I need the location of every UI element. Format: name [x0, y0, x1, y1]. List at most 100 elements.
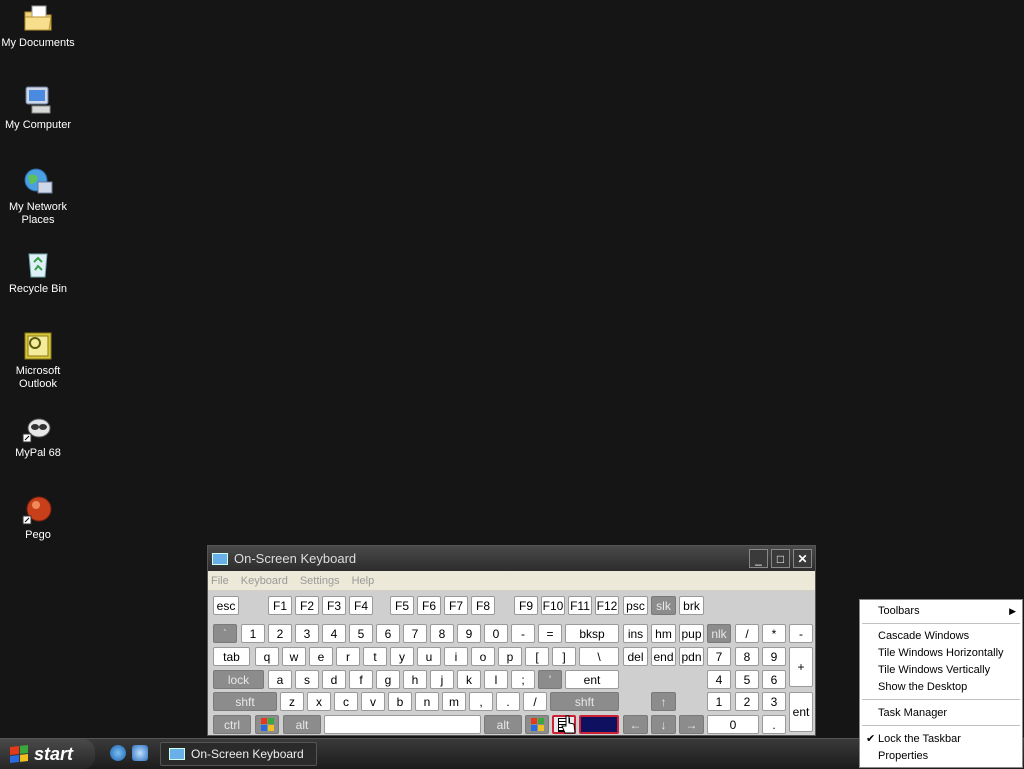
key-f12[interactable]: F12 — [595, 596, 619, 615]
key-f8[interactable]: F8 — [471, 596, 495, 615]
menu-keyboard[interactable]: Keyboard — [241, 575, 288, 587]
key-4[interactable]: 4 — [322, 624, 346, 643]
key-numpad-enter[interactable]: ent — [789, 692, 813, 732]
internet-explorer-icon[interactable] — [110, 745, 126, 761]
menu-item-tile-horizontally[interactable]: Tile Windows Horizontally — [878, 645, 1004, 661]
key-v[interactable]: v — [361, 692, 385, 711]
key-o[interactable]: o — [471, 647, 495, 666]
key-m[interactable]: m — [442, 692, 466, 711]
key-numpad-subtract[interactable]: - — [789, 624, 813, 643]
minimize-button[interactable]: _ — [749, 549, 768, 568]
key-arrow-down[interactable]: ↓ — [651, 715, 676, 734]
key-backspace[interactable]: bksp — [565, 624, 619, 643]
key-r[interactable]: r — [336, 647, 360, 666]
key-ins[interactable]: ins — [623, 624, 648, 643]
key-psc[interactable]: psc — [623, 596, 648, 615]
key-z[interactable]: z — [280, 692, 304, 711]
key-0[interactable]: 0 — [484, 624, 508, 643]
desktop-icon-microsoft-outlook[interactable]: Microsoft Outlook — [0, 330, 76, 391]
key-del[interactable]: del — [623, 647, 648, 666]
desktop-icon-my-documents[interactable]: My Documents — [0, 2, 76, 50]
key-s[interactable]: s — [295, 670, 319, 689]
key-numpad-6[interactable]: 6 — [762, 670, 786, 689]
key-b[interactable]: b — [388, 692, 412, 711]
key-minus[interactable]: - — [511, 624, 535, 643]
menu-file[interactable]: File — [211, 575, 229, 587]
key-numpad-1[interactable]: 1 — [707, 692, 731, 711]
key-alt-right[interactable]: alt — [484, 715, 522, 734]
key-windows-left[interactable] — [255, 715, 279, 734]
key-8[interactable]: 8 — [430, 624, 454, 643]
menu-item-toolbars[interactable]: Toolbars — [878, 603, 920, 619]
menu-item-cascade-windows[interactable]: Cascade Windows — [878, 628, 969, 644]
key-numpad-0[interactable]: 0 — [707, 715, 759, 734]
key-windows-right[interactable] — [525, 715, 549, 734]
quicklaunch-app-icon[interactable] — [132, 745, 148, 761]
key-q[interactable]: q — [255, 647, 279, 666]
key-h[interactable]: h — [403, 670, 427, 689]
menu-item-properties[interactable]: Properties — [878, 748, 928, 764]
key-numpad-decimal[interactable]: . — [762, 715, 786, 734]
key-ctrl-right[interactable] — [579, 715, 619, 734]
key-end[interactable]: end — [651, 647, 676, 666]
key-f11[interactable]: F11 — [568, 596, 592, 615]
key-f9[interactable]: F9 — [514, 596, 538, 615]
key-semicolon[interactable]: ; — [511, 670, 535, 689]
key-pagedown[interactable]: pdn — [679, 647, 704, 666]
key-brk[interactable]: brk — [679, 596, 704, 615]
key-f1[interactable]: F1 — [268, 596, 292, 615]
start-button[interactable]: start — [0, 739, 95, 769]
menu-help[interactable]: Help — [352, 575, 375, 587]
close-button[interactable]: ✕ — [793, 549, 812, 568]
desktop-icon-recycle-bin[interactable]: Recycle Bin — [0, 248, 76, 296]
key-home[interactable]: hm — [651, 624, 676, 643]
key-numpad-9[interactable]: 9 — [762, 647, 786, 666]
key-numpad-add[interactable]: + — [789, 647, 813, 687]
key-c[interactable]: c — [334, 692, 358, 711]
key-5[interactable]: 5 — [349, 624, 373, 643]
key-k[interactable]: k — [457, 670, 481, 689]
key-slash[interactable]: / — [523, 692, 547, 711]
key-numpad-7[interactable]: 7 — [707, 647, 731, 666]
key-w[interactable]: w — [282, 647, 306, 666]
key-p[interactable]: p — [498, 647, 522, 666]
desktop-icon-mypal[interactable]: MyPal 68 — [0, 412, 76, 460]
key-comma[interactable]: , — [469, 692, 493, 711]
key-1[interactable]: 1 — [241, 624, 265, 643]
key-numpad-8[interactable]: 8 — [735, 647, 759, 666]
key-capslock[interactable]: lock — [213, 670, 264, 689]
maximize-button[interactable]: □ — [771, 549, 790, 568]
menu-item-show-desktop[interactable]: Show the Desktop — [878, 679, 967, 695]
key-esc[interactable]: esc — [213, 596, 239, 615]
key-e[interactable]: e — [309, 647, 333, 666]
key-i[interactable]: i — [444, 647, 468, 666]
desktop-icon-pego[interactable]: Pego — [0, 494, 76, 542]
key-t[interactable]: t — [363, 647, 387, 666]
key-numpad-2[interactable]: 2 — [735, 692, 759, 711]
key-alt-left[interactable]: alt — [283, 715, 321, 734]
key-slk[interactable]: slk — [651, 596, 676, 615]
key-enter[interactable]: ent — [565, 670, 619, 689]
key-numlock[interactable]: nlk — [707, 624, 731, 643]
key-g[interactable]: g — [376, 670, 400, 689]
key-7[interactable]: 7 — [403, 624, 427, 643]
key-right-bracket[interactable]: ] — [552, 647, 576, 666]
key-f3[interactable]: F3 — [322, 596, 346, 615]
menu-item-lock-taskbar[interactable]: Lock the Taskbar — [878, 731, 961, 747]
desktop-icon-my-computer[interactable]: My Computer — [0, 84, 76, 132]
key-pageup[interactable]: pup — [679, 624, 704, 643]
key-arrow-up[interactable]: ↑ — [651, 692, 676, 711]
key-u[interactable]: u — [417, 647, 441, 666]
taskbar-button-on-screen-keyboard[interactable]: On-Screen Keyboard — [160, 742, 317, 766]
key-f6[interactable]: F6 — [417, 596, 441, 615]
key-f[interactable]: f — [349, 670, 373, 689]
key-tab[interactable]: tab — [213, 647, 250, 666]
menu-item-tile-vertically[interactable]: Tile Windows Vertically — [878, 662, 990, 678]
key-shift-left[interactable]: shft — [213, 692, 277, 711]
key-left-bracket[interactable]: [ — [525, 647, 549, 666]
key-numpad-5[interactable]: 5 — [735, 670, 759, 689]
key-2[interactable]: 2 — [268, 624, 292, 643]
on-screen-keyboard-window[interactable]: On-Screen Keyboard _ □ ✕ File Keyboard S… — [207, 545, 816, 736]
key-l[interactable]: l — [484, 670, 508, 689]
key-ctrl-left[interactable]: ctrl — [213, 715, 251, 734]
